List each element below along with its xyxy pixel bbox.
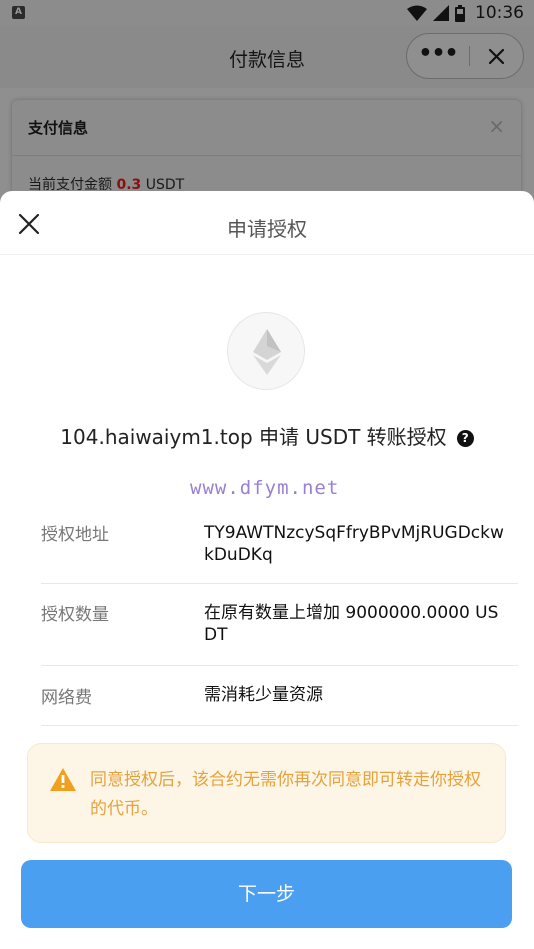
detail-row-address: 授权地址 TY9AWTNzcySqFfryBPvMjRUGDckwkDuDKq [41, 506, 518, 584]
battery-icon [455, 4, 465, 22]
warning-notice: 同意授权后，该合约无需你再次同意即可转走你授权的代币。 [27, 743, 506, 843]
close-app-button[interactable] [470, 34, 523, 78]
mini-program-capsule: ••• [406, 33, 524, 79]
app-notification-icon: A [12, 6, 25, 19]
detail-row-network-fee: 网络费 需消耗少量资源 [41, 666, 518, 726]
detail-value: 在原有数量上增加 9000000.0000 USDT [204, 603, 499, 645]
payment-card-title: 支付信息 [28, 119, 89, 137]
authorization-details: 授权地址 TY9AWTNzcySqFfryBPvMjRUGDckwkDuDKq … [41, 506, 518, 726]
warning-icon [50, 768, 76, 791]
next-step-button[interactable]: 下一步 [21, 860, 512, 928]
status-bar: A 10:36 [0, 0, 534, 26]
more-options-button[interactable]: ••• [407, 34, 469, 78]
wifi-icon [407, 5, 427, 21]
detail-row-amount: 授权数量 在原有数量上增加 9000000.0000 USDT [41, 584, 518, 666]
navigation-bar: 付款信息 ••• [0, 26, 534, 88]
signal-icon [433, 5, 449, 21]
payment-card-close-button[interactable]: × [488, 114, 505, 138]
sheet-title: 申请授权 [227, 217, 307, 241]
screen: A 10:36 付款信息 ••• 支付信息 × 当前支付金额 0.3 USDT … [0, 0, 534, 949]
status-indicators: 10:36 [407, 2, 524, 24]
payment-card-header: 支付信息 × [12, 100, 521, 156]
token-logo [227, 312, 305, 390]
detail-label: 网络费 [41, 688, 92, 708]
watermark-text: www.dfym.net [190, 477, 340, 499]
warning-text: 同意授权后，该合约无需你再次同意即可转走你授权的代币。 [90, 770, 481, 819]
detail-value: 需消耗少量资源 [204, 685, 323, 705]
authorization-request-text: 104.haiwaiym1.top 申请 USDT 转账授权? [0, 421, 534, 450]
status-time: 10:36 [475, 3, 524, 23]
request-text: 104.haiwaiym1.top 申请 USDT 转账授权 [60, 425, 447, 449]
close-icon [488, 48, 505, 65]
ethereum-icon [253, 329, 281, 375]
sheet-header: 申请授权 [0, 191, 534, 255]
detail-value: TY9AWTNzcySqFfryBPvMjRUGDckwkDuDKq [204, 523, 504, 565]
detail-label: 授权地址 [41, 525, 109, 545]
help-icon[interactable]: ? [456, 430, 474, 447]
detail-label: 授权数量 [41, 605, 109, 625]
authorization-sheet: 申请授权 104.haiwaiym1.top 申请 USDT 转账授权? www… [0, 191, 534, 949]
